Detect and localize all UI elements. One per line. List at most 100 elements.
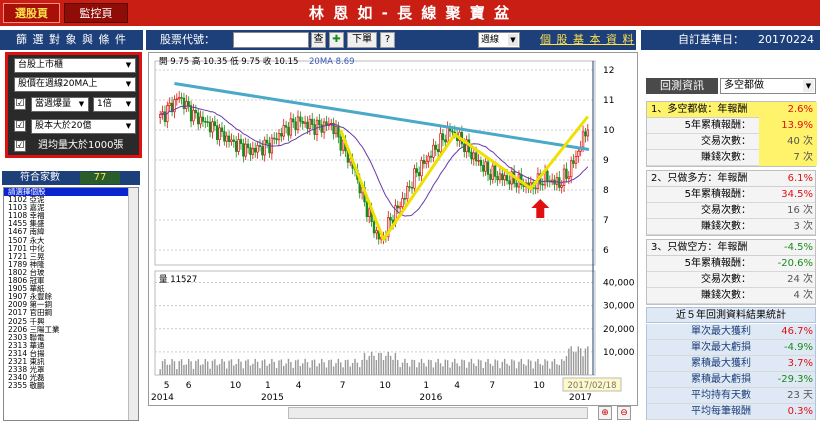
candle-body — [180, 97, 183, 99]
chevron-down-icon: ▼ — [123, 79, 134, 90]
candle-body — [396, 205, 399, 209]
candle-body — [251, 147, 255, 155]
candle-body — [227, 135, 231, 143]
price-tick-label: 9 — [603, 156, 609, 166]
candle-body — [555, 177, 559, 185]
zoom-out-icon[interactable]: ⊖ — [617, 406, 631, 420]
candle-body — [470, 151, 473, 160]
stat-row: 平均持有天數 23 天 — [647, 388, 815, 404]
candle-body — [225, 135, 228, 142]
candle-body — [505, 175, 509, 182]
candle-body — [282, 125, 285, 137]
backtest-title: 回測資訊 — [646, 78, 718, 94]
candle-body — [584, 131, 587, 137]
query-button[interactable]: 查 — [311, 32, 326, 48]
weekly-volume-checkbox[interactable]: ☑ — [14, 140, 26, 152]
candle-body — [515, 182, 518, 188]
base-date-value[interactable]: 20170224 — [758, 30, 814, 50]
candle-body — [577, 150, 580, 157]
candle-body — [451, 130, 454, 133]
list-scrollbar[interactable] — [128, 188, 138, 420]
period-select[interactable]: 週線 ▼ — [478, 32, 520, 48]
volume-tick-label: 30,000 — [603, 302, 635, 312]
candle-body — [273, 137, 276, 140]
volume-checkbox[interactable]: ☑ — [14, 98, 26, 110]
candle-body — [289, 118, 293, 136]
order-button[interactable]: 下單 — [347, 32, 377, 48]
section-row: 賺錢次數： 3 次 — [647, 219, 815, 235]
trendline — [174, 82, 590, 151]
candle-body — [434, 144, 437, 150]
price-tick-label: 10 — [603, 126, 615, 136]
volume-multiplier-select[interactable]: 1倍 ▼ — [93, 97, 136, 112]
candle-body — [432, 144, 435, 158]
chart-horizontal-scrollbar[interactable] — [288, 407, 588, 419]
capital-select[interactable]: 股本大於20億 ▼ — [31, 119, 136, 134]
candle-body — [550, 179, 554, 182]
candle-body — [406, 186, 409, 200]
candle-body — [339, 136, 342, 151]
candle-body — [175, 98, 178, 101]
candle-body — [189, 105, 193, 122]
candle-body — [268, 142, 271, 154]
chevron-down-icon: ▼ — [123, 99, 134, 110]
candle-body — [560, 185, 563, 188]
volume-select[interactable]: 當週爆量 ▼ — [31, 97, 89, 112]
candle-body — [501, 173, 504, 181]
candle-body — [574, 156, 578, 164]
stat-row: 累積最大獲利 3.7% — [647, 356, 815, 372]
candle-body — [420, 160, 423, 177]
candle-body — [249, 147, 252, 155]
candle-body — [441, 133, 445, 141]
capital-checkbox[interactable]: ☑ — [14, 120, 26, 132]
candle-body — [263, 139, 266, 156]
candle-body — [375, 230, 378, 234]
candle-body — [493, 165, 497, 177]
price-tick-label: 6 — [603, 246, 609, 256]
candle-body — [308, 118, 312, 129]
list-item[interactable]: 2355 敬鵬 — [4, 382, 138, 390]
volume-tick-label: 40,000 — [603, 279, 635, 289]
zoom-in-icon[interactable]: ⊕ — [598, 406, 612, 420]
result-count-label: 符合家數 — [20, 172, 60, 183]
x-tick-label: 10 — [533, 381, 545, 391]
candle-body — [508, 180, 511, 185]
candle-body — [486, 161, 490, 175]
x-year-label: 2016 — [419, 393, 442, 403]
result-count-value: 77 — [80, 172, 120, 184]
section-row: 交易次數： 16 次 — [647, 203, 815, 219]
candle-body — [244, 143, 247, 157]
stats-table: 單次最大獲利 46.7% 單次最大虧損 -4.9% 累積最大獲利 3.7% 累積最大虧… — [646, 324, 816, 420]
stock-code-input[interactable] — [233, 32, 309, 48]
candle-body — [498, 173, 502, 181]
stats-title: 近５年回測資料結果統計 — [646, 307, 816, 323]
stock-chart[interactable]: 12 11 10 9 8 7 6 40,000 30,000 20,000 10,000 開 9.75… — [148, 52, 638, 406]
tab-monitor[interactable]: 監控頁 — [64, 3, 128, 23]
candle-body — [223, 131, 226, 142]
backtest-mode-select[interactable]: 多空都做 ▼ — [720, 78, 816, 94]
candle-body — [294, 121, 297, 131]
candle-body — [320, 124, 323, 133]
help-button[interactable]: ? — [380, 32, 395, 48]
candle-body — [463, 143, 466, 153]
ma-condition-select[interactable]: 股價在週線20MA上 ▼ — [14, 77, 136, 92]
section-row: 5年累積報酬： 34.5% — [647, 187, 815, 203]
candle-body — [330, 122, 333, 125]
candle-body — [546, 170, 549, 182]
stock-list[interactable]: 請選擇個股 1102 亞泥 1103 嘉泥 1108 幸福 1455 集盛 1467 南緯… — [3, 187, 139, 421]
basic-info-link[interactable]: 個 股 基 本 資 料 — [540, 30, 634, 50]
add-button[interactable]: ✚ — [329, 32, 344, 48]
candle-body — [284, 125, 288, 128]
candle-body — [415, 168, 418, 173]
market-select[interactable]: 台股上市櫃 ▼ — [14, 58, 136, 73]
price-tick-label: 8 — [603, 186, 609, 196]
candle-body — [422, 160, 426, 164]
candle-body — [301, 120, 304, 124]
candle-body — [401, 197, 404, 207]
tab-stock-selection[interactable]: 選股頁 — [3, 3, 60, 23]
candle-body — [482, 165, 485, 172]
candle-body — [194, 109, 198, 114]
candle-body — [477, 160, 480, 162]
volume-tick-label: 10,000 — [603, 348, 635, 358]
chevron-down-icon: ▼ — [803, 80, 814, 92]
